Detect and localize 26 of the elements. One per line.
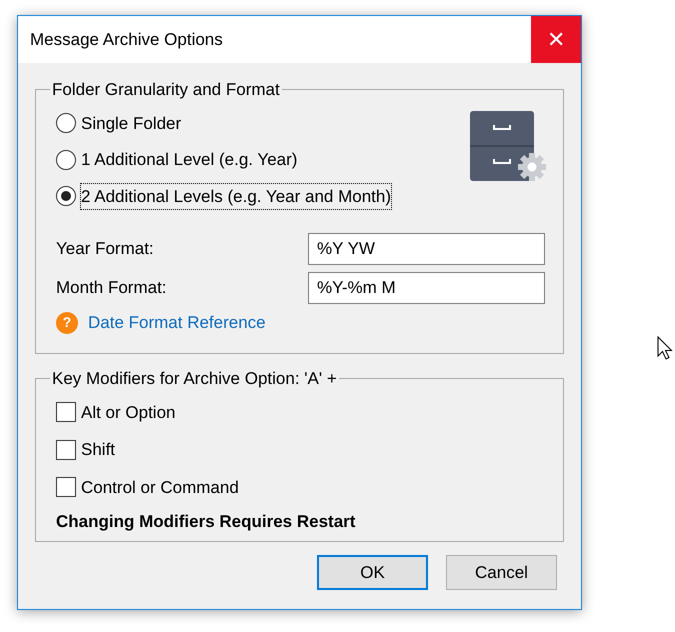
help-icon: ? [56, 312, 78, 334]
restart-note: Changing Modifiers Requires Restart [56, 511, 356, 533]
checkbox-label: Shift [81, 439, 116, 461]
radio-button[interactable] [56, 150, 76, 170]
group-title: Folder Granularity and Format [51, 79, 281, 101]
radio-label: 1 Additional Level (e.g. Year) [81, 149, 298, 171]
window-title: Message Archive Options [29, 28, 223, 51]
format-field[interactable]: %Y YW [308, 233, 545, 265]
dialog-button[interactable]: OK [317, 555, 428, 590]
radio-label: 2 Additional Levels (e.g. Year and Month) [81, 184, 391, 209]
dialog-button[interactable]: Cancel [446, 555, 557, 590]
checkbox[interactable] [56, 440, 76, 460]
radio-label: Single Folder [81, 112, 182, 134]
radio-button[interactable] [56, 113, 76, 134]
close-button[interactable]: ✕ [531, 16, 581, 63]
field-label: Month Format: [56, 277, 167, 300]
radio-button[interactable] [56, 186, 76, 206]
checkbox-label: Alt or Option [81, 402, 176, 424]
date-format-link[interactable]: Date Format Reference [88, 310, 266, 336]
format-field[interactable]: %Y-%m M [308, 272, 545, 304]
group-title: Key Modifiers for Archive Option: 'A' + [51, 368, 338, 390]
checkbox[interactable] [56, 402, 76, 422]
file-cabinet-gear-icon [470, 110, 546, 182]
checkbox[interactable] [56, 477, 76, 498]
checkbox-label: Control or Command [81, 476, 239, 498]
field-label: Year Format: [56, 238, 154, 260]
